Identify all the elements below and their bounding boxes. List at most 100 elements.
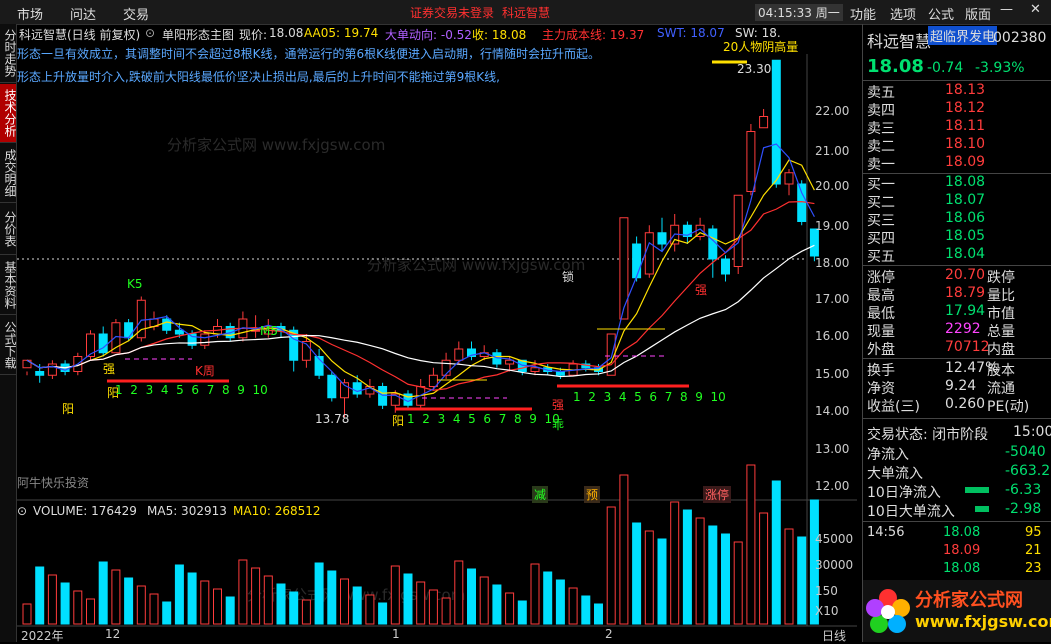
candle-body[interactable] (352, 382, 362, 395)
flow-row: 净流入 -5040 (867, 444, 1046, 463)
volume-bar (695, 517, 705, 625)
candle-body[interactable] (708, 228, 718, 260)
candle-body[interactable] (327, 374, 337, 399)
volume-bar (733, 541, 743, 625)
clock: 04:15:33 周一 (755, 4, 843, 21)
volume-bar (467, 568, 476, 625)
axis-y-tick: 18.00 (815, 256, 850, 270)
candle-body[interactable] (619, 217, 629, 320)
candle-body[interactable] (162, 318, 172, 331)
volume-bar (657, 538, 667, 625)
menu-wenda[interactable]: 问达 (70, 4, 96, 23)
moving-average-line (26, 159, 815, 398)
period-label[interactable]: 日线 (822, 627, 846, 644)
brand-label: 阿牛快乐投资 (17, 476, 90, 490)
volume-bar (682, 509, 692, 625)
menu-trade[interactable]: 交易 (123, 4, 149, 23)
kline-chart[interactable] (17, 24, 857, 642)
candle-body[interactable] (454, 348, 464, 361)
candle-body[interactable] (721, 258, 730, 275)
stat-row: 外盘 70712 内盘 (867, 339, 1015, 358)
chart-area[interactable]: 科远智慧(日线 前复权) ⊙ 单阳形态主图 现价: 18.08 AA05: 19… (17, 24, 857, 644)
left-tab-strip: 分时走势 技术分析 成交明细 分价表 基本资料 公式下载 (0, 24, 17, 642)
menu-function[interactable]: 功能 (850, 4, 876, 23)
tab-technical[interactable]: 技术分析 (0, 84, 17, 143)
candle-body[interactable] (797, 183, 807, 222)
login-notice[interactable]: 证券交易未登录 (410, 4, 494, 21)
tab-price-table[interactable]: 分价表 (0, 204, 17, 255)
bid-row-2: 买二 18.07 (867, 192, 986, 211)
bid-row-1: 买一 18.08 (867, 174, 986, 193)
qiang-label: 强 (103, 362, 116, 376)
count-row-2: 1 2 3 4 5 6 7 8 9 10 (407, 412, 560, 426)
volume-bar (708, 525, 718, 625)
yang-label-2: 阳 (392, 414, 405, 428)
candle-body[interactable] (657, 232, 667, 245)
volume-panel-icon[interactable]: ⊙ (17, 504, 27, 518)
volume-bar (759, 512, 769, 625)
candle-body[interactable] (759, 116, 769, 129)
candle-body[interactable] (746, 131, 756, 192)
volume-bar (35, 566, 45, 625)
volume-bar (619, 474, 629, 625)
volume-bar (47, 574, 57, 625)
volume-bar (213, 588, 222, 625)
suo-label: 锁 (562, 270, 575, 284)
menu-market[interactable]: 市场 (17, 4, 43, 23)
tick-row: 14:56 18.08 95 (867, 525, 1042, 540)
axis-y-tick: 21.00 (815, 144, 850, 158)
candle-body[interactable] (174, 329, 184, 335)
flow-row: 大单流入 -663.2 (867, 463, 1051, 482)
candle-body[interactable] (200, 333, 210, 346)
volume-bar (289, 591, 299, 625)
candle-body[interactable] (35, 371, 45, 376)
x-axis-tick: 12 (105, 627, 121, 641)
candle-body[interactable] (784, 172, 794, 185)
volume-bar (174, 564, 184, 625)
candle-body[interactable] (733, 194, 743, 267)
tab-trade-detail[interactable]: 成交明细 (0, 144, 17, 203)
top-menu-bar: 市场 问达 交易 证券交易未登录 科远智慧 04:15:33 周一 功能 选项 … (0, 0, 1051, 25)
axis-y-tick: 12.00 (815, 479, 850, 493)
candle-body[interactable] (530, 367, 540, 372)
stat-row: 最低 17.94 市值 (867, 303, 1015, 322)
volume-bar (263, 575, 273, 625)
candle-body[interactable] (644, 232, 654, 275)
volume-bar (225, 596, 235, 625)
tab-basic-info[interactable]: 基本资料 (0, 256, 17, 315)
volume-bar (136, 585, 146, 625)
volume-value: VOLUME: 176429 (33, 504, 137, 518)
volume-bar (340, 578, 349, 625)
candle-body[interactable] (111, 322, 121, 354)
x-axis-tick: 2022年 (21, 629, 64, 643)
volume-bar (352, 586, 362, 625)
volume-bar (454, 560, 464, 625)
candle-body[interactable] (378, 386, 388, 406)
stock-code: 002380 (993, 30, 1047, 46)
bid-row-4: 买四 18.05 (867, 228, 986, 247)
tab-intraday[interactable]: 分时走势 (0, 24, 17, 83)
candle-body[interactable] (809, 228, 819, 257)
volume-bar (301, 599, 311, 625)
flow-row: 10日大单流入 -2.98 (867, 501, 1042, 520)
candle-body[interactable] (632, 243, 642, 279)
close-icon[interactable]: ✕ (1030, 2, 1041, 17)
candle-body[interactable] (124, 322, 134, 339)
current-price: 18.08 (867, 56, 924, 77)
sector-tag[interactable]: 超临界发电 (928, 26, 998, 45)
menu-formula[interactable]: 公式 (928, 4, 954, 23)
axis-y-tick: 17.00 (815, 292, 850, 306)
candle-body[interactable] (441, 359, 451, 376)
menu-options[interactable]: 选项 (890, 4, 916, 23)
candle-body[interactable] (47, 363, 57, 376)
volume-bar (505, 592, 515, 625)
candle-body[interactable] (98, 333, 108, 354)
minimize-icon[interactable]: — (1000, 2, 1013, 17)
axis-y-tick: 14.00 (815, 404, 850, 418)
tab-formula-download[interactable]: 公式下载 (0, 316, 17, 375)
logo-text: 分析家公式网 (915, 590, 1023, 611)
price-change: -0.74 (927, 60, 964, 76)
volume-bar (416, 581, 426, 625)
candle-body[interactable] (771, 59, 781, 185)
menu-layout[interactable]: 版面 (965, 4, 991, 23)
